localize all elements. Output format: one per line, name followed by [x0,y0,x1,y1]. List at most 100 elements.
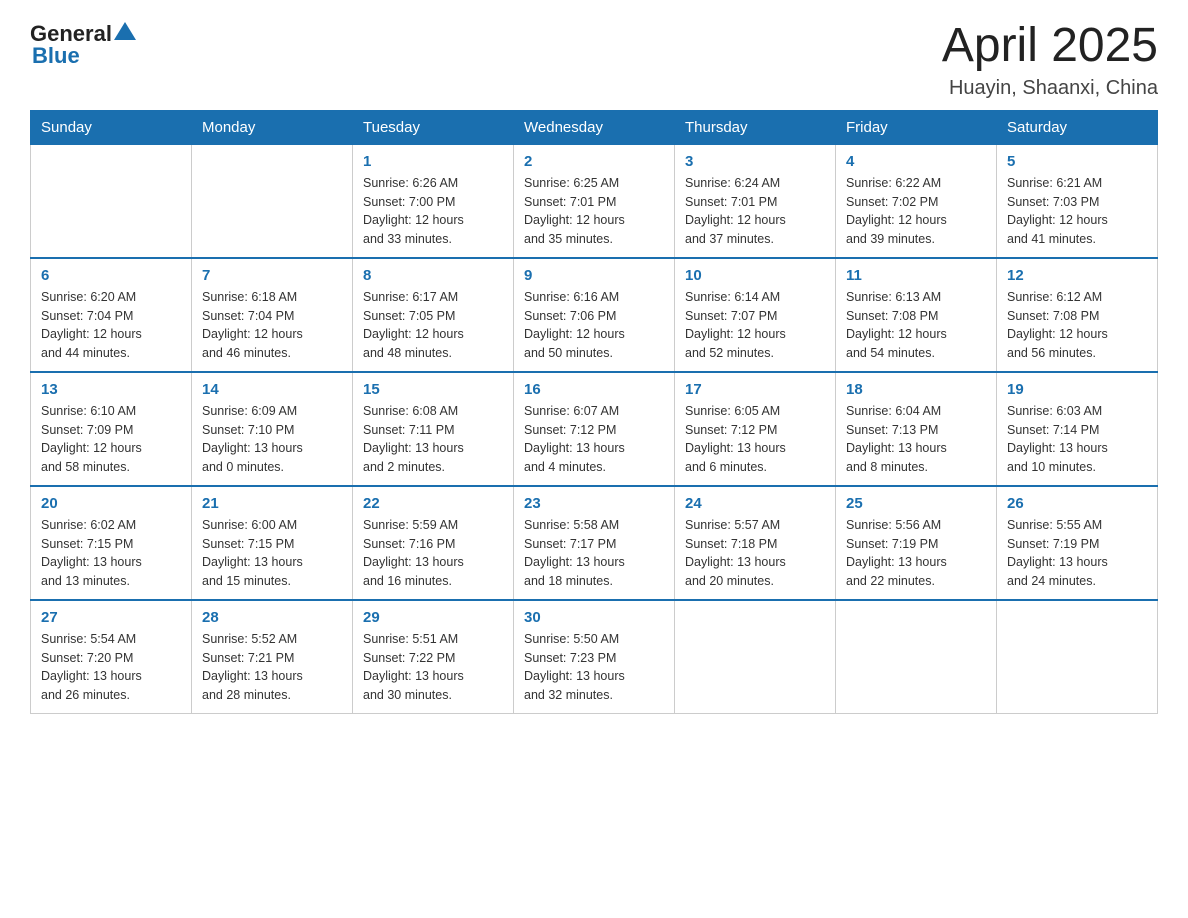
calendar-cell [997,600,1158,714]
calendar-cell: 2 Sunrise: 6:25 AM Sunset: 7:01 PM Daylig… [514,144,675,258]
day-number: 17 [685,381,825,398]
calendar-cell: 23Sunrise: 5:58 AM Sunset: 7:17 PM Dayli… [514,486,675,600]
day-number: 24 [685,495,825,512]
calendar-cell: 22Sunrise: 5:59 AM Sunset: 7:16 PM Dayli… [353,486,514,600]
day-number: 10 [685,267,825,284]
calendar-cell: 15 Sunrise: 6:08 AM Sunset: 7:11 PM Dayli… [353,372,514,486]
day-info: Sunrise: 5:58 AM Sunset: 7:17 PM Dayligh… [524,516,664,591]
day-number: 26 [1007,495,1147,512]
day-number: 2 [524,153,664,170]
calendar-week-row: 27 Sunrise: 5:54 AM Sunset: 7:20 PM Dayli… [31,600,1158,714]
day-number: 29 [363,609,503,626]
title-section: April 2025 Huayin, Shaanxi, China [942,20,1158,100]
calendar-cell: 9Sunrise: 6:16 AM Sunset: 7:06 PM Daylig… [514,258,675,372]
day-info: Sunrise: 6:00 AM Sunset: 7:15 PM Dayligh… [202,516,342,591]
day-number: 8 [363,267,503,284]
weekday-header-friday: Friday [836,110,997,144]
month-year-title: April 2025 [942,20,1158,73]
day-number: 3 [685,153,825,170]
calendar-cell: 17 Sunrise: 6:05 AM Sunset: 7:12 PM Dayli… [675,372,836,486]
day-number: 13 [41,381,181,398]
calendar-cell: 18Sunrise: 6:04 AM Sunset: 7:13 PM Dayli… [836,372,997,486]
calendar-cell [192,144,353,258]
logo-blue-text: Blue [32,43,80,69]
calendar-cell: 20 Sunrise: 6:02 AM Sunset: 7:15 PM Dayli… [31,486,192,600]
calendar-cell: 27 Sunrise: 5:54 AM Sunset: 7:20 PM Dayli… [31,600,192,714]
day-number: 4 [846,153,986,170]
day-info: Sunrise: 5:51 AM Sunset: 7:22 PM Dayligh… [363,630,503,705]
logo-triangle-icon [114,20,136,42]
calendar-cell [675,600,836,714]
calendar-cell: 10 Sunrise: 6:14 AM Sunset: 7:07 PM Dayli… [675,258,836,372]
weekday-header-tuesday: Tuesday [353,110,514,144]
day-number: 14 [202,381,342,398]
day-info: Sunrise: 6:02 AM Sunset: 7:15 PM Dayligh… [41,516,181,591]
day-info: Sunrise: 6:07 AM Sunset: 7:12 PM Dayligh… [524,402,664,477]
day-number: 1 [363,153,503,170]
day-number: 19 [1007,381,1147,398]
page-header: General Blue April 2025 Huayin, Shaanxi,… [30,20,1158,100]
day-info: Sunrise: 5:55 AM Sunset: 7:19 PM Dayligh… [1007,516,1147,591]
day-info: Sunrise: 6:08 AM Sunset: 7:11 PM Dayligh… [363,402,503,477]
calendar-cell: 25Sunrise: 5:56 AM Sunset: 7:19 PM Dayli… [836,486,997,600]
calendar-cell: 5 Sunrise: 6:21 AM Sunset: 7:03 PM Daylig… [997,144,1158,258]
day-info: Sunrise: 6:20 AM Sunset: 7:04 PM Dayligh… [41,288,181,363]
day-info: Sunrise: 6:18 AM Sunset: 7:04 PM Dayligh… [202,288,342,363]
weekday-header-wednesday: Wednesday [514,110,675,144]
calendar-cell: 6 Sunrise: 6:20 AM Sunset: 7:04 PM Daylig… [31,258,192,372]
day-number: 18 [846,381,986,398]
day-info: Sunrise: 6:13 AM Sunset: 7:08 PM Dayligh… [846,288,986,363]
day-info: Sunrise: 5:54 AM Sunset: 7:20 PM Dayligh… [41,630,181,705]
weekday-header-monday: Monday [192,110,353,144]
calendar-week-row: 6 Sunrise: 6:20 AM Sunset: 7:04 PM Daylig… [31,258,1158,372]
calendar-cell: 21 Sunrise: 6:00 AM Sunset: 7:15 PM Dayli… [192,486,353,600]
calendar-cell: 11 Sunrise: 6:13 AM Sunset: 7:08 PM Dayli… [836,258,997,372]
day-number: 21 [202,495,342,512]
day-info: Sunrise: 6:26 AM Sunset: 7:00 PM Dayligh… [363,174,503,249]
calendar-header-row: SundayMondayTuesdayWednesdayThursdayFrid… [31,110,1158,144]
day-info: Sunrise: 5:56 AM Sunset: 7:19 PM Dayligh… [846,516,986,591]
day-info: Sunrise: 6:16 AM Sunset: 7:06 PM Dayligh… [524,288,664,363]
calendar-cell: 14 Sunrise: 6:09 AM Sunset: 7:10 PM Dayli… [192,372,353,486]
day-info: Sunrise: 5:50 AM Sunset: 7:23 PM Dayligh… [524,630,664,705]
calendar-week-row: 1 Sunrise: 6:26 AM Sunset: 7:00 PM Daylig… [31,144,1158,258]
calendar-cell: 7Sunrise: 6:18 AM Sunset: 7:04 PM Daylig… [192,258,353,372]
day-number: 15 [363,381,503,398]
weekday-header-saturday: Saturday [997,110,1158,144]
calendar-cell [31,144,192,258]
day-number: 28 [202,609,342,626]
day-number: 5 [1007,153,1147,170]
day-info: Sunrise: 5:59 AM Sunset: 7:16 PM Dayligh… [363,516,503,591]
day-info: Sunrise: 6:12 AM Sunset: 7:08 PM Dayligh… [1007,288,1147,363]
calendar-cell: 4 Sunrise: 6:22 AM Sunset: 7:02 PM Daylig… [836,144,997,258]
day-number: 11 [846,267,986,284]
calendar-cell: 12 Sunrise: 6:12 AM Sunset: 7:08 PM Dayli… [997,258,1158,372]
day-info: Sunrise: 6:22 AM Sunset: 7:02 PM Dayligh… [846,174,986,249]
day-number: 16 [524,381,664,398]
day-info: Sunrise: 6:09 AM Sunset: 7:10 PM Dayligh… [202,402,342,477]
day-number: 6 [41,267,181,284]
day-number: 12 [1007,267,1147,284]
day-info: Sunrise: 6:05 AM Sunset: 7:12 PM Dayligh… [685,402,825,477]
calendar-cell: 16 Sunrise: 6:07 AM Sunset: 7:12 PM Dayli… [514,372,675,486]
day-info: Sunrise: 6:24 AM Sunset: 7:01 PM Dayligh… [685,174,825,249]
day-info: Sunrise: 6:10 AM Sunset: 7:09 PM Dayligh… [41,402,181,477]
calendar-cell: 30Sunrise: 5:50 AM Sunset: 7:23 PM Dayli… [514,600,675,714]
calendar-cell: 8Sunrise: 6:17 AM Sunset: 7:05 PM Daylig… [353,258,514,372]
calendar-cell: 26 Sunrise: 5:55 AM Sunset: 7:19 PM Dayli… [997,486,1158,600]
day-info: Sunrise: 6:21 AM Sunset: 7:03 PM Dayligh… [1007,174,1147,249]
day-info: Sunrise: 6:14 AM Sunset: 7:07 PM Dayligh… [685,288,825,363]
day-number: 27 [41,609,181,626]
calendar-cell: 1 Sunrise: 6:26 AM Sunset: 7:00 PM Daylig… [353,144,514,258]
weekday-header-thursday: Thursday [675,110,836,144]
location-subtitle: Huayin, Shaanxi, China [942,77,1158,100]
calendar-cell: 29 Sunrise: 5:51 AM Sunset: 7:22 PM Dayli… [353,600,514,714]
calendar-cell: 19Sunrise: 6:03 AM Sunset: 7:14 PM Dayli… [997,372,1158,486]
calendar-cell: 28Sunrise: 5:52 AM Sunset: 7:21 PM Dayli… [192,600,353,714]
day-info: Sunrise: 6:25 AM Sunset: 7:01 PM Dayligh… [524,174,664,249]
day-number: 20 [41,495,181,512]
calendar-cell [836,600,997,714]
calendar-week-row: 20 Sunrise: 6:02 AM Sunset: 7:15 PM Dayli… [31,486,1158,600]
calendar-table: SundayMondayTuesdayWednesdayThursdayFrid… [30,110,1158,714]
calendar-cell: 3 Sunrise: 6:24 AM Sunset: 7:01 PM Daylig… [675,144,836,258]
